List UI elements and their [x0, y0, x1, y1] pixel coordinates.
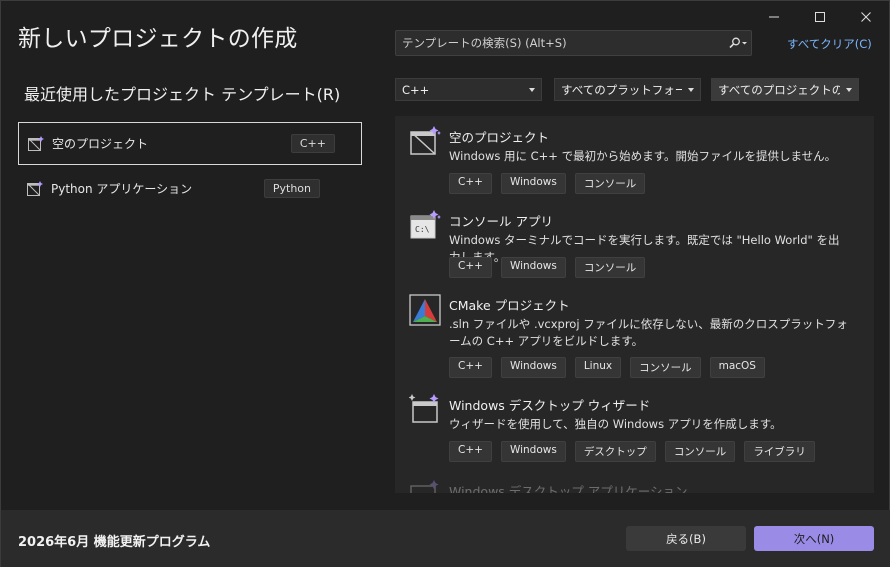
- new-project-dialog: 新しいプロジェクトの作成 すべてクリア(C) 最近使用したプロジェクト テンプレ…: [0, 0, 890, 567]
- template-desktop-app[interactable]: Windows デスクトップ アプリケーション: [395, 470, 874, 493]
- language-filter-value: C++: [402, 82, 430, 97]
- minimize-icon[interactable]: [751, 1, 797, 33]
- maximize-icon[interactable]: [797, 1, 843, 33]
- page-title: 新しいプロジェクトの作成: [18, 26, 298, 52]
- python-app-icon: [27, 180, 43, 196]
- template-tags: C++ Windows コンソール: [449, 257, 646, 278]
- cmake-icon: [409, 294, 441, 326]
- tag: コンソール: [574, 257, 646, 278]
- back-button[interactable]: 戻る(B): [626, 526, 746, 551]
- tag: Windows: [500, 441, 566, 462]
- empty-project-icon: [28, 135, 44, 151]
- template-list: 空のプロジェクト Windows 用に C++ で最初から始めます。開始ファイル…: [395, 116, 874, 493]
- feature-update-note: 2026年6月 機能更新プログラム: [18, 535, 211, 550]
- svg-text:C:\: C:\: [415, 225, 430, 234]
- clear-all-link[interactable]: すべてクリア(C): [787, 36, 872, 52]
- template-name: Windows デスクトップ ウィザード: [449, 398, 651, 413]
- tag: Linux: [574, 357, 622, 378]
- dialog-footer: 2026年6月 機能更新プログラム 戻る(B) 次へ(N): [1, 510, 890, 567]
- chevron-down-icon: [529, 87, 535, 92]
- search-icon[interactable]: [725, 37, 751, 49]
- platform-filter[interactable]: すべてのプラットフォーム(P): [554, 78, 701, 101]
- console-app-icon: C:\: [410, 210, 441, 239]
- template-tags: C++ Windows Linux コンソール macOS: [449, 357, 765, 378]
- template-tags: C++ Windows コンソール: [449, 173, 646, 194]
- tag: C++: [449, 173, 492, 194]
- tag: Windows: [500, 257, 566, 278]
- template-name: コンソール アプリ: [449, 214, 553, 229]
- tag: C++: [449, 357, 492, 378]
- next-button[interactable]: 次へ(N): [754, 526, 874, 551]
- recent-item-label: Python アプリケーション: [51, 182, 193, 196]
- tag: macOS: [709, 357, 765, 378]
- language-tag: Python: [263, 179, 320, 198]
- template-description: .sln ファイルや .vcxproj ファイルに依存しない、最新のクロスプラッ…: [449, 317, 848, 348]
- recent-item-label: 空のプロジェクト: [52, 137, 149, 151]
- template-name: 空のプロジェクト: [449, 130, 550, 145]
- tag: ライブラリ: [744, 441, 815, 462]
- template-name: Windows デスクトップ アプリケーション: [449, 484, 688, 493]
- tag: コンソール: [630, 357, 701, 378]
- search-input[interactable]: [402, 36, 725, 50]
- template-cmake-project[interactable]: CMake プロジェクト .sln ファイルや .vcxproj ファイルに依存…: [395, 284, 874, 384]
- window-controls: [751, 1, 889, 33]
- tag: デスクトップ: [574, 441, 656, 462]
- template-description: ウィザードを使用して、独自の Windows アプリを作成します。: [449, 417, 782, 431]
- template-console-app[interactable]: C:\ コンソール アプリ Windows ターミナルでコードを実行します。既定…: [395, 200, 874, 284]
- tag: Windows: [500, 357, 566, 378]
- project-type-filter-value: すべてのプロジェクトの...: [718, 82, 840, 97]
- project-type-filter[interactable]: すべてのプロジェクトの...: [711, 78, 859, 101]
- recent-templates-heading: 最近使用したプロジェクト テンプレート(R): [24, 85, 341, 104]
- tag: コンソール: [574, 173, 646, 194]
- tag: C++: [449, 257, 492, 278]
- desktop-app-icon: [410, 480, 439, 493]
- empty-project-icon: [410, 126, 441, 155]
- platform-filter-value: すべてのプラットフォーム(P): [561, 82, 682, 97]
- tag: コンソール: [664, 441, 736, 462]
- template-tags: C++ Windows デスクトップ コンソール ライブラリ: [449, 441, 815, 462]
- chevron-down-icon: [688, 87, 694, 92]
- language-filter[interactable]: C++: [395, 78, 542, 101]
- template-desktop-wizard[interactable]: Windows デスクトップ ウィザード ウィザードを使用して、独自の Wind…: [395, 384, 874, 470]
- template-empty-project[interactable]: 空のプロジェクト Windows 用に C++ で最初から始めます。開始ファイル…: [395, 116, 874, 200]
- close-icon[interactable]: [843, 1, 889, 33]
- template-name: CMake プロジェクト: [449, 298, 570, 313]
- chevron-down-icon: [846, 87, 852, 92]
- tag: Windows: [500, 173, 566, 194]
- language-tag: C++: [290, 134, 335, 153]
- template-search: [395, 30, 752, 56]
- template-description: Windows 用に C++ で最初から始めます。開始ファイルを提供しません。: [449, 149, 837, 163]
- desktop-wizard-icon: [409, 394, 439, 423]
- tag: C++: [449, 441, 492, 462]
- recent-item-empty-project[interactable]: 空のプロジェクト C++: [18, 122, 362, 165]
- recent-item-python-app[interactable]: Python アプリケーション Python: [18, 167, 362, 210]
